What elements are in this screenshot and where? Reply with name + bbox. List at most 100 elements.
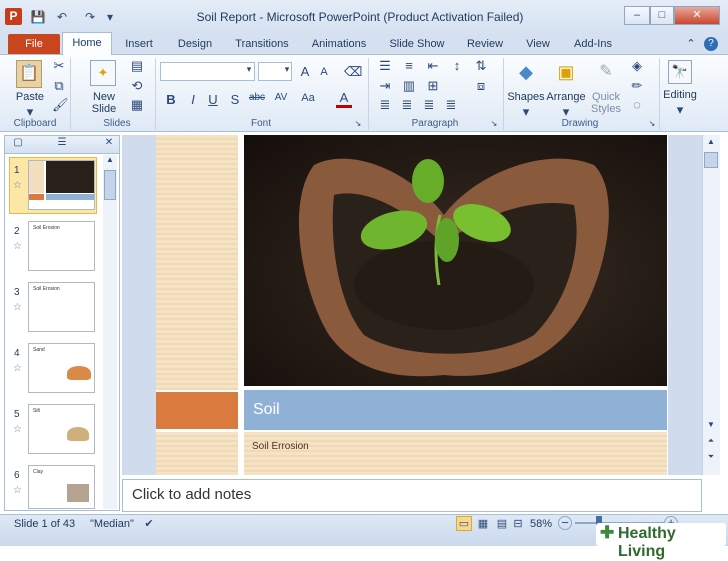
slide-subtitle[interactable]: Soil Errosion — [252, 441, 309, 452]
undo-icon[interactable]: ↶ — [54, 9, 70, 25]
size-dropdown-icon[interactable]: ▾ — [282, 64, 292, 75]
font-dropdown-icon[interactable]: ▾ — [244, 64, 254, 75]
help-icon[interactable]: ? — [704, 37, 718, 51]
section-icon[interactable]: ▦ — [128, 97, 146, 113]
slides-scrollbar[interactable] — [103, 155, 117, 509]
scroll-thumb[interactable] — [704, 152, 718, 168]
reset-icon[interactable]: ⟲ — [128, 78, 146, 94]
arrange-button[interactable]: Arrange — [544, 91, 588, 103]
zoom-level[interactable]: 58% — [530, 518, 552, 530]
layout-icon[interactable]: ▤ — [128, 58, 146, 74]
slide-thumb-2[interactable]: Soil Erosion — [28, 221, 95, 271]
clear-formatting-icon[interactable]: ⌫ — [344, 64, 362, 80]
slide-title[interactable]: Soil — [253, 401, 280, 419]
tab-file[interactable]: File — [8, 34, 60, 54]
character-spacing-button[interactable]: AV — [272, 92, 290, 103]
tab-slide-show[interactable]: Slide Show — [384, 34, 450, 54]
close-button[interactable]: ✕ — [674, 6, 720, 25]
slides-tab-icon[interactable]: ▢ — [10, 137, 26, 148]
grow-font-icon[interactable]: A — [298, 64, 312, 79]
bold-button[interactable]: B — [164, 92, 178, 107]
scroll-down-icon[interactable]: ▼ — [704, 420, 718, 429]
copy-icon[interactable]: ⧉ — [52, 78, 66, 94]
previous-slide-icon[interactable]: ⏶ — [704, 436, 718, 446]
font-name-box[interactable] — [160, 62, 255, 81]
cut-icon[interactable]: ✂ — [52, 58, 66, 74]
justify-icon[interactable]: ≣ — [442, 97, 460, 113]
normal-view-icon[interactable]: ▭ — [456, 516, 472, 531]
new-slide-label-new[interactable]: New — [84, 91, 124, 103]
maximize-button[interactable]: □ — [650, 6, 674, 25]
paste-icon[interactable]: 📋 — [16, 60, 42, 88]
powerpoint-app-icon[interactable]: P — [5, 8, 22, 25]
slide-thumb-4[interactable]: Sand — [28, 343, 95, 393]
decrease-indent-icon[interactable]: ⇤ — [424, 58, 442, 74]
text-direction-icon[interactable]: ⇅ — [472, 58, 490, 74]
align-text-icon[interactable]: ⊞ — [424, 78, 442, 94]
slide-title-placeholder[interactable] — [244, 390, 667, 430]
change-case-button[interactable]: Aa — [298, 92, 318, 104]
strikethrough-button[interactable]: abc — [246, 92, 268, 103]
shape-fill-icon[interactable]: ◈ — [628, 58, 646, 74]
spelling-check-icon[interactable]: ✔ — [142, 517, 156, 530]
line-spacing-icon[interactable]: ↕ — [448, 58, 466, 73]
minimize-ribbon-icon[interactable]: ⌃ — [684, 34, 698, 54]
shapes-button[interactable]: Shapes — [506, 91, 546, 103]
outline-tab-icon[interactable]: ☰ — [54, 137, 70, 148]
font-color-button[interactable]: A — [336, 90, 352, 108]
scroll-thumb[interactable] — [104, 170, 116, 200]
underline-button[interactable]: U — [206, 92, 220, 107]
hands-soil-seedling-photo[interactable] — [244, 135, 667, 386]
shapes-icon[interactable]: ◆ — [512, 58, 540, 86]
binoculars-icon[interactable]: 🔭 — [668, 60, 692, 84]
slide-thumb-5[interactable]: Silt — [28, 404, 95, 454]
drawing-dialog-launcher-icon[interactable]: ↘ — [648, 119, 656, 128]
text-shadow-button[interactable]: S — [228, 92, 242, 107]
new-slide-icon[interactable]: ✦ — [90, 60, 116, 86]
quick-styles-icon[interactable]: ✎ — [592, 58, 620, 86]
tab-insert[interactable]: Insert — [116, 34, 162, 54]
tab-view[interactable]: View — [520, 34, 556, 54]
tab-home[interactable]: Home — [62, 32, 112, 55]
tab-animations[interactable]: Animations — [306, 34, 372, 54]
tab-review[interactable]: Review — [462, 34, 508, 54]
align-right-icon[interactable]: ≣ — [420, 97, 438, 113]
bullets-icon[interactable]: ☰ — [376, 58, 394, 74]
reading-view-icon[interactable]: ▤ — [494, 517, 510, 530]
quick-styles-label-styles[interactable]: Styles — [588, 103, 624, 115]
redo-icon[interactable]: ↷ — [82, 9, 98, 25]
tab-add-ins[interactable]: Add-Ins — [568, 34, 618, 54]
slide-thumb-1[interactable] — [28, 160, 95, 210]
slide-show-icon[interactable]: ⊟ — [510, 517, 526, 530]
slide-thumb-3[interactable]: Soil Erosion — [28, 282, 95, 332]
zoom-out-button[interactable]: − — [558, 516, 572, 530]
tab-design[interactable]: Design — [170, 34, 220, 54]
new-slide-label-slide[interactable]: Slide — [84, 103, 124, 115]
smartart-icon[interactable]: ⧈ — [472, 78, 490, 94]
customize-qat-icon[interactable]: ▾ — [102, 9, 118, 25]
columns-icon[interactable]: ▥ — [400, 78, 418, 94]
quick-styles-label-quick[interactable]: Quick — [588, 91, 624, 103]
numbering-icon[interactable]: ≡ — [400, 58, 418, 73]
slide-thumb-6[interactable]: Clay — [28, 465, 95, 509]
font-dialog-launcher-icon[interactable]: ↘ — [354, 119, 362, 128]
slide-subtitle-placeholder[interactable] — [244, 432, 667, 475]
close-pane-icon[interactable]: ✕ — [102, 137, 116, 148]
tab-transitions[interactable]: Transitions — [228, 34, 296, 54]
save-icon[interactable]: 💾 — [30, 9, 46, 25]
minimize-button[interactable]: – — [624, 6, 650, 25]
next-slide-icon[interactable]: ⏷ — [704, 452, 718, 462]
italic-button[interactable]: I — [186, 92, 200, 107]
increase-indent-icon[interactable]: ⇥ — [376, 78, 394, 94]
slide-sorter-icon[interactable]: ▦ — [475, 517, 491, 530]
paragraph-dialog-launcher-icon[interactable]: ↘ — [490, 119, 498, 128]
shape-outline-icon[interactable]: ✏ — [628, 78, 646, 94]
notes-placeholder[interactable]: Click to add notes — [132, 486, 251, 503]
center-icon[interactable]: ≣ — [398, 97, 416, 113]
format-painter-icon[interactable]: 🖌 — [52, 97, 69, 113]
arrange-icon[interactable]: ▣ — [552, 58, 580, 86]
scroll-up-icon[interactable]: ▲ — [704, 137, 718, 146]
scroll-up-icon[interactable]: ▲ — [104, 155, 116, 164]
editing-button[interactable]: Editing — [660, 89, 700, 101]
paste-button[interactable]: Paste — [10, 91, 50, 103]
